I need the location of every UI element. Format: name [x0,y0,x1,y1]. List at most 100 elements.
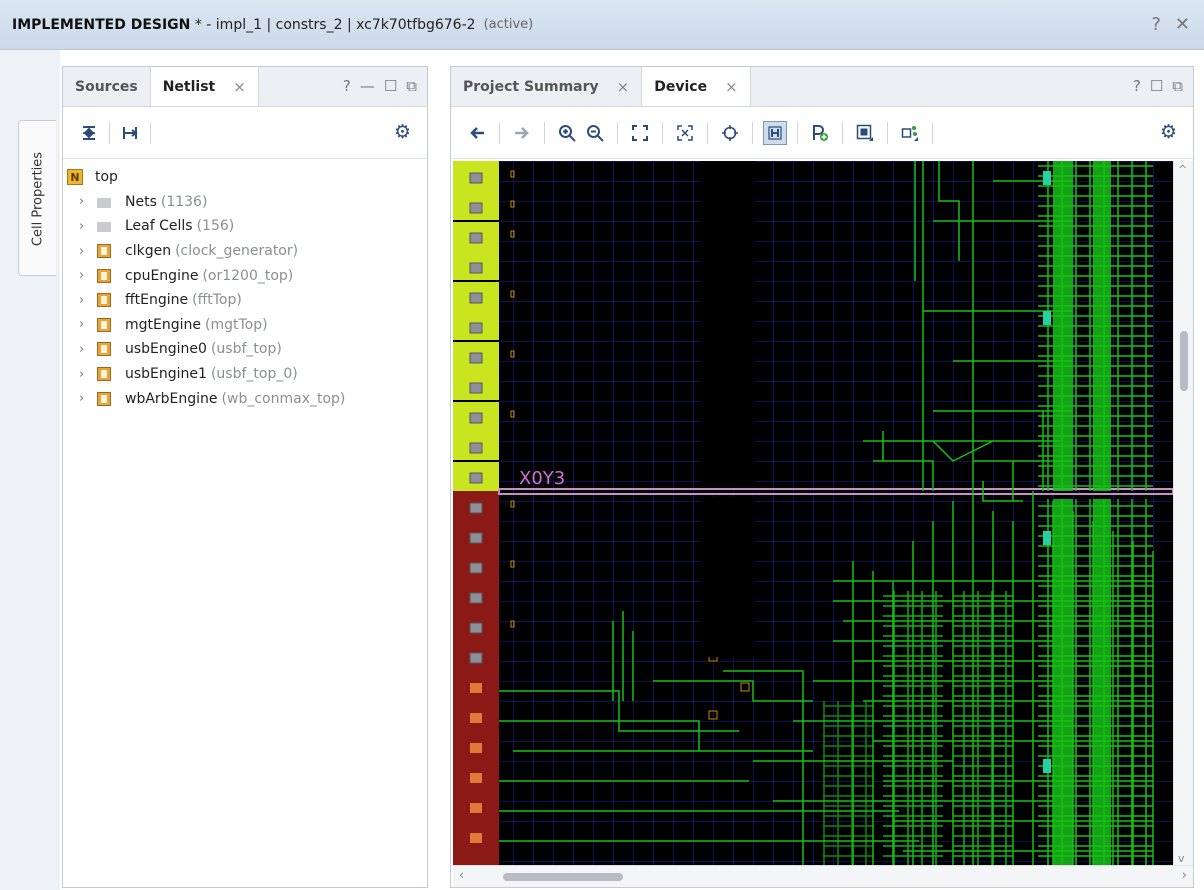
tree-item-label: mgtEngine [125,316,201,333]
tree-item-label: clkgen [125,243,172,260]
hierarchical-cell-icon [97,244,111,259]
toolbar-divider [150,121,151,144]
netlist-panel-tabs: Sources Netlist × ? — ☐ ⧉ [63,67,427,107]
zoom-out-icon[interactable] [583,121,607,145]
hierarchical-cell-icon [97,293,111,308]
zoom-in-icon[interactable] [555,121,579,145]
scroll-right-icon[interactable]: › [1182,868,1187,883]
hierarchical-cell-icon [97,268,111,283]
tab-sources[interactable]: Sources [63,67,150,106]
settings-icon[interactable]: ⚙ [394,121,411,143]
toolbar-divider [662,121,663,144]
tree-item-detail: (clock_generator) [175,243,299,260]
zoom-fit-icon[interactable] [628,121,652,145]
tree-item-cpuengine[interactable]: › cpuEngine (or1200_top) [63,263,427,288]
close-icon[interactable]: × [233,78,246,96]
cell-properties-tab[interactable]: Cell Properties [18,120,56,276]
tree-item-mgtengine[interactable]: › mgtEngine (mgtTop) [63,313,427,338]
chevron-right-icon[interactable]: › [79,244,91,259]
netlist-tree: N top › Nets (1136) › Leaf Cells (156) ›… [63,159,427,411]
chevron-right-icon[interactable]: › [79,293,91,308]
back-arrow-icon[interactable] [465,121,489,145]
help-icon[interactable]: ? [343,77,351,95]
tree-item-nets[interactable]: › Nets (1136) [63,190,427,215]
tab-sources-label: Sources [75,78,138,95]
minimize-icon[interactable]: — [360,77,375,95]
toolbar-divider [887,121,888,144]
toolbar-divider [932,121,933,144]
add-pblock-icon[interactable] [808,121,832,145]
chevron-right-icon[interactable]: › [79,342,91,357]
tree-item-detail: (usbf_top_0) [210,366,298,383]
hierarchical-cell-icon [97,342,111,357]
pblock-view-icon[interactable] [853,121,877,145]
tree-root-top[interactable]: N top [63,165,427,190]
tab-netlist-label: Netlist [162,78,216,95]
chevron-right-icon[interactable]: › [79,219,91,234]
tab-project-summary[interactable]: Project Summary × [451,67,641,106]
scroll-thumb[interactable] [1180,331,1188,391]
collapse-all-icon[interactable] [77,121,101,145]
tree-item-usbengine1[interactable]: › usbEngine1 (usbf_top_0) [63,362,427,387]
design-title: IMPLEMENTED DESIGN [12,16,191,33]
zoom-selection-icon[interactable] [673,121,697,145]
tree-item-detail: (156) [196,218,235,235]
close-icon[interactable]: × [617,78,630,96]
forward-arrow-icon[interactable] [510,121,534,145]
tree-item-detail: (or1200_top) [202,267,294,284]
maximize-icon[interactable]: ☐ [384,77,397,95]
scroll-left-icon[interactable]: ‹ [459,868,464,883]
netlist-panel: Sources Netlist × ? — ☐ ⧉ ⚙ N top › Nets… [62,66,428,888]
toolbar-divider [109,121,110,144]
tree-item-usbengine0[interactable]: › usbEngine0 (usbf_top) [63,337,427,362]
float-icon[interactable]: ⧉ [1172,77,1183,95]
help-icon[interactable]: ? [1133,77,1141,95]
settings-icon[interactable]: ⚙ [1160,121,1177,143]
tree-item-wbarbengine[interactable]: › wbArbEngine (wb_conmax_top) [63,386,427,411]
chevron-right-icon[interactable]: › [79,367,91,382]
folder-icon [97,222,111,233]
routing-resources-icon[interactable] [763,120,787,145]
device-routing-view: X0Y3 [453,161,1173,867]
expand-all-icon[interactable] [118,121,142,145]
tree-item-detail: (usbf_top) [210,341,282,358]
tree-item-label: usbEngine1 [125,366,207,383]
device-vertical-scrollbar[interactable]: ^ v [1173,161,1193,867]
tab-device[interactable]: Device × [641,67,751,106]
select-area-icon[interactable] [898,121,922,145]
toolbar-divider [707,121,708,144]
toolbar-divider [842,121,843,144]
scroll-down-icon[interactable]: v [1178,852,1185,865]
toolbar-divider [797,121,798,144]
tree-root-label: top [95,169,118,186]
scroll-up-icon[interactable]: ^ [1178,163,1187,176]
chevron-right-icon[interactable]: › [79,268,91,283]
device-canvas[interactable]: X0Y3 [453,161,1173,867]
crosshair-icon[interactable] [718,121,742,145]
tree-item-detail: (fftTop) [192,292,242,309]
tree-item-label: cpuEngine [125,267,199,284]
float-icon[interactable]: ⧉ [406,77,417,95]
chevron-right-icon[interactable]: › [79,391,91,406]
chevron-right-icon[interactable]: › [79,194,91,209]
tree-item-label: usbEngine0 [125,341,207,358]
help-icon[interactable]: ? [1151,14,1161,35]
maximize-icon[interactable]: ☐ [1150,77,1163,95]
tree-item-clkgen[interactable]: › clkgen (clock_generator) [63,239,427,264]
folder-icon [97,197,111,208]
window-title-bar: IMPLEMENTED DESIGN * - impl_1 | constrs_… [0,0,1204,50]
tab-netlist[interactable]: Netlist × [149,67,259,106]
tree-item-fftengine[interactable]: › fftEngine (fftTop) [63,288,427,313]
design-subtitle: * - impl_1 | constrs_2 | xc7k70tfbg676-2 [190,16,476,33]
tree-item-detail: (wb_conmax_top) [221,390,346,407]
device-horizontal-scrollbar[interactable]: ‹ › [453,865,1193,887]
netlist-toolbar: ⚙ [63,107,427,159]
tree-item-leaf-cells[interactable]: › Leaf Cells (156) [63,214,427,239]
hierarchical-cell-icon [97,367,111,382]
close-icon[interactable]: × [725,78,738,96]
chevron-right-icon[interactable]: › [79,317,91,332]
toolbar-divider [499,121,500,144]
close-icon[interactable]: ✕ [1175,14,1190,35]
clock-region-label: X0Y3 [519,468,565,489]
scroll-thumb[interactable] [503,873,623,881]
